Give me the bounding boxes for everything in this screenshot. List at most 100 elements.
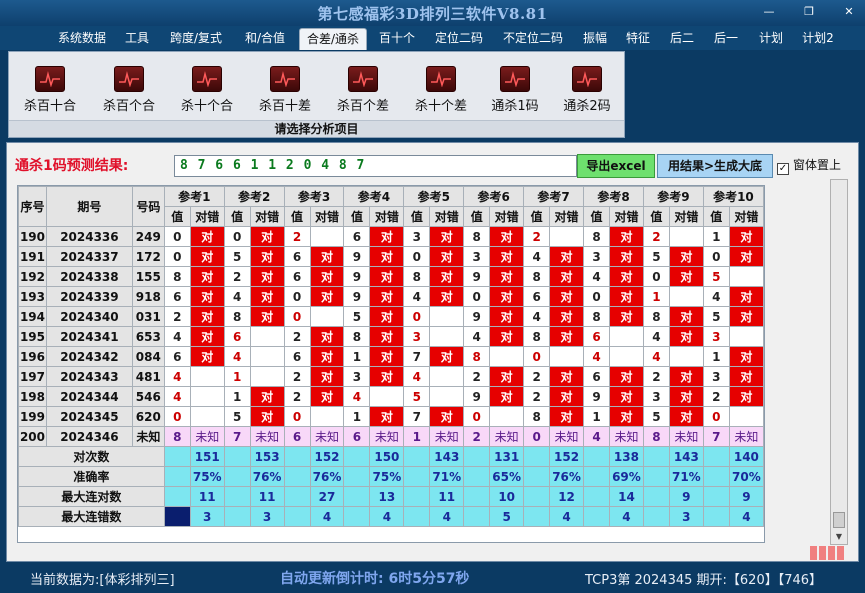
menu-last-two[interactable]: 后二	[663, 28, 701, 50]
table-row[interactable]: 191 2024337 172 0 对 5 对 6 对 9 对 0 对 3 对 4 对 3 对 5 对 0 对	[18, 246, 765, 267]
ref-result-hit: 对	[369, 246, 405, 267]
ref-result-hit: 对	[489, 306, 525, 327]
tool-kill-one[interactable]: 通杀1码	[480, 66, 550, 118]
col-header-ref[interactable]: 参考6	[463, 186, 525, 207]
col-header-idx[interactable]: 序号	[18, 186, 47, 227]
ref-value: 8	[223, 306, 251, 327]
menu-bsg[interactable]: 百十个	[371, 28, 423, 50]
scroll-down-icon[interactable]: ▼	[834, 532, 844, 542]
table-row[interactable]: 198 2024344 546 4 1 对 2 对 4 5 9 对 2 对 9 对 3 对 2 对	[18, 386, 765, 407]
topmost-label: 窗体置上	[793, 158, 842, 172]
ref-value: 9	[343, 266, 371, 287]
table-row[interactable]: 192 2024338 155 8 对 2 对 6 对 9 对 8 对 9 对 8 对 4 对 0 对 5	[18, 266, 765, 287]
tool-kill-bs-diff[interactable]: 杀百十差	[250, 66, 320, 118]
ref-result-miss	[189, 366, 225, 387]
tool-kill-sg-sum[interactable]: 杀十个合	[172, 66, 242, 118]
stat-spacer	[223, 506, 251, 527]
table-row[interactable]: 197 2024343 481 4 1 2 对 3 对 4 2 对 2 对 6 对 2 对 3 对	[18, 366, 765, 387]
ref-result-miss	[608, 346, 644, 367]
menu-features[interactable]: 特征	[619, 28, 657, 50]
col-header-ref[interactable]: 参考3	[283, 186, 345, 207]
table-row[interactable]: 193 2024339 918 6 对 4 对 0 对 9 对 4 对 0 对 6 对 0 对 1 4 对	[18, 286, 765, 307]
table-row[interactable]: 195 2024341 653 4 对 6 2 对 8 对 3 4 对 8 对 6 4 对 3	[18, 326, 765, 347]
ref-result-hit: 对	[429, 246, 465, 267]
ref-value: 4	[343, 386, 371, 407]
generate-base-button[interactable]: 用结果>生成大底	[657, 154, 773, 178]
ref-result-hit: 对	[369, 406, 405, 427]
ref-value: 3	[343, 366, 371, 387]
menu-fixed-two[interactable]: 定位二码	[428, 28, 490, 50]
close-button[interactable]: ✕	[836, 4, 862, 20]
restore-button[interactable]: ❐	[796, 4, 822, 20]
menu-plan[interactable]: 计划	[752, 28, 790, 50]
row-number: 172	[131, 246, 165, 267]
ref-value: 1	[702, 346, 730, 367]
ref-value: 9	[463, 386, 491, 407]
ref-result-hit: 对	[728, 346, 765, 367]
table-row[interactable]: 199 2024345 620 0 5 对 0 1 对 7 对 0 8 对 1 对 5 对 0	[18, 406, 765, 427]
tool-label: 杀百十差	[258, 99, 311, 114]
col-header-period[interactable]: 期号	[45, 186, 133, 227]
col-header-number[interactable]: 号码	[131, 186, 165, 227]
table-row[interactable]: 194 2024340 031 2 对 8 对 0 5 对 0 9 对 4 对 8 对 8 对 5 对	[18, 306, 765, 327]
ref-result-hit: 对	[549, 286, 585, 307]
menu-plan2[interactable]: 计划2	[796, 28, 840, 50]
col-header-ref[interactable]: 参考1	[163, 186, 225, 207]
scrollbar-thumb[interactable]	[833, 512, 845, 528]
chart-icon	[114, 66, 144, 92]
menu-sum[interactable]: 和/合值	[236, 28, 294, 50]
stat-spacer	[463, 446, 491, 467]
vertical-scrollbar[interactable]: ▼	[830, 179, 848, 545]
row-period: 2024345	[45, 406, 133, 427]
tool-kill-bs-sum[interactable]: 杀百十合	[15, 66, 85, 118]
ref-value: 4	[583, 266, 610, 287]
tool-kill-bg-diff[interactable]: 杀百个差	[328, 66, 398, 118]
topmost-checkbox[interactable]: ✓ 窗体置上	[777, 156, 841, 176]
ref-value: 2	[523, 226, 551, 247]
menu-last-one[interactable]: 后一	[707, 28, 745, 50]
stat-value: 138	[608, 446, 644, 467]
ref-value: 5	[343, 306, 371, 327]
ref-result-hit: 对	[668, 326, 704, 347]
row-period: 2024343	[45, 366, 133, 387]
tool-kill-bg-sum[interactable]: 杀百个合	[94, 66, 164, 118]
prediction-result-field[interactable]: 8 7 6 6 1 1 2 0 4 8 7	[174, 155, 577, 177]
menu-diff-kill[interactable]: 合差/通杀	[299, 28, 367, 50]
row-period: 2024341	[45, 326, 133, 347]
table-row[interactable]: 196 2024342 084 6 对 4 6 对 1 对 7 对 8 0 4 4 1 对	[18, 346, 765, 367]
col-header-ref[interactable]: 参考4	[343, 186, 405, 207]
prediction-label: 通杀1码预测结果:	[15, 158, 129, 174]
col-header-ref[interactable]: 参考10	[702, 186, 765, 207]
ref-value: 3	[583, 246, 610, 267]
ref-result-hit: 对	[608, 246, 644, 267]
row-number: 546	[131, 386, 165, 407]
col-subheader-result: 对错	[309, 206, 345, 227]
export-excel-button[interactable]: 导出excel	[577, 154, 655, 178]
tool-label: 杀百个合	[102, 99, 155, 114]
col-header-ref[interactable]: 参考2	[223, 186, 285, 207]
ref-result-hit: 对	[189, 266, 225, 287]
menu-tools[interactable]: 工具	[118, 28, 156, 50]
table-row-pending[interactable]: 200 2024346 未知 8 未知 7 未知 6 未知 6 未知 1 未知 2 未知 0 未知 4 未知 8 未知 7…	[18, 426, 765, 447]
col-header-ref[interactable]: 参考8	[583, 186, 644, 207]
tool-kill-sg-diff[interactable]: 杀十个差	[406, 66, 476, 118]
stat-value: 76%	[549, 466, 585, 487]
table-row[interactable]: 190 2024336 249 0 对 0 对 2 6 对 3 对 8 对 2 8 对 2 1 对	[18, 226, 765, 247]
menu-system-data[interactable]: 系统数据	[51, 28, 113, 50]
menu-span[interactable]: 跨度/复式	[163, 28, 229, 50]
ref-result-hit: 对	[309, 366, 345, 387]
col-header-ref[interactable]: 参考7	[523, 186, 585, 207]
stat-value: 140	[728, 446, 765, 467]
ref-result-hit: 对	[429, 346, 465, 367]
col-subheader-value: 值	[583, 206, 610, 227]
ref-value: 8	[523, 326, 551, 347]
col-header-ref[interactable]: 参考9	[642, 186, 704, 207]
ref-result-hit: 对	[489, 266, 525, 287]
ref-result-hit: 对	[189, 286, 225, 307]
menu-amplitude[interactable]: 振幅	[576, 28, 614, 50]
col-header-ref[interactable]: 参考5	[403, 186, 465, 207]
minimize-button[interactable]: —	[756, 4, 782, 20]
tool-kill-two[interactable]: 通杀2码	[552, 66, 622, 118]
menu-unfixed-two[interactable]: 不定位二码	[496, 28, 570, 50]
status-countdown: 自动更新倒计时: 6时5分57秒	[280, 571, 470, 587]
